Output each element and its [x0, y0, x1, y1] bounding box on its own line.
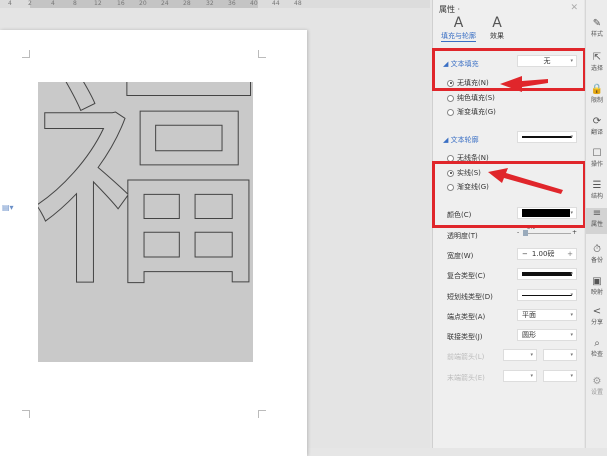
tab-label: 填充与轮廓 [441, 32, 476, 42]
ruler-tick: 40 [250, 0, 258, 7]
close-icon[interactable]: ✕ [570, 3, 578, 13]
cursor-icon: ⇱ [592, 52, 602, 63]
dash-type-select[interactable]: ▾ [517, 289, 577, 301]
compound-type-select[interactable]: ▾ [517, 268, 577, 280]
ruler-tick: 32 [206, 0, 214, 7]
cap-type-select[interactable]: 平面 ▾ [517, 309, 577, 321]
rail-translate[interactable]: ⟳ 翻译 [586, 116, 607, 136]
transparency-label: 透明度(T) [447, 232, 478, 240]
outlined-text[interactable]: 福 [38, 82, 253, 301]
transparency-slider[interactable]: - 0% + [517, 225, 577, 238]
join-type-select[interactable]: 圆形 ▾ [517, 329, 577, 341]
structure-icon: ☰ [592, 180, 602, 191]
ruler-tick: 2 [28, 0, 32, 7]
map-icon: ▣ [592, 276, 602, 287]
end-arrow-label: 末端箭头(E) [447, 374, 485, 382]
rail-operate[interactable]: ☐ 操作 [586, 148, 607, 168]
highlight-box-fill [432, 48, 586, 91]
tab-effects[interactable]: A 效果 [490, 16, 504, 41]
ruler-tick: 44 [272, 0, 280, 7]
rail-settings[interactable]: ⚙ 设置 [586, 376, 607, 396]
document-page[interactable]: 福 [0, 30, 307, 456]
end-arrow-size-select[interactable]: ▾ [543, 370, 577, 382]
tab-label: 效果 [490, 32, 504, 40]
rail-styles[interactable]: ✎ 样式 [586, 18, 607, 38]
rail-backup[interactable]: ⏱ 备份 [586, 244, 607, 264]
text-box-shape[interactable]: 福 [38, 82, 253, 362]
search-icon: ⌕ [594, 338, 600, 349]
rail-restrict[interactable]: 🔒 限制 [586, 84, 607, 104]
end-arrow-type-select[interactable]: ▾ [503, 370, 537, 382]
text-outline-header[interactable]: ◢ 文本轮廓 [443, 135, 479, 145]
layout-options-icon[interactable]: ▤▾ [2, 203, 14, 212]
right-tool-rail: ✎ 样式 ⇱ 选择 🔒 限制 ⟳ 翻译 ☐ 操作 ☰ 结构 ≡ 属性 ⏱ 备份 ▣ 映射 < 分享 … [585, 0, 607, 448]
ruler-tick: 8 [73, 0, 77, 7]
ruler-tick: 16 [117, 0, 125, 7]
begin-arrow-size-select[interactable]: ▾ [543, 349, 577, 361]
solid-fill-radio[interactable]: 纯色填充(S) [447, 93, 495, 103]
text-fill-tab-icon: A [453, 15, 464, 31]
gear-icon: ⚙ [592, 376, 602, 387]
begin-arrow-label: 前端箭头(L) [447, 353, 485, 361]
rail-check[interactable]: ⌕ 检查 [586, 338, 607, 358]
ruler-tick: 4 [8, 0, 12, 7]
outline-style-select[interactable]: ▾ [517, 131, 577, 143]
lock-icon: 🔒 [590, 84, 604, 95]
rail-structure[interactable]: ☰ 结构 [586, 180, 607, 200]
operate-icon: ☐ [592, 148, 602, 159]
highlight-box-outline [432, 161, 586, 228]
ruler-tick: 12 [94, 0, 102, 7]
ruler-tick: 48 [294, 0, 302, 7]
slider-handle [523, 230, 528, 236]
text-effect-tab-icon: A [492, 15, 502, 31]
width-stepper[interactable]: −1.00磅 + [517, 248, 577, 260]
rail-properties[interactable]: ≡ 属性 [586, 208, 607, 234]
gradient-fill-radio[interactable]: 渐变填充(G) [447, 107, 496, 117]
join-type-label: 联接类型(J) [447, 333, 483, 341]
translate-icon: ⟳ [592, 116, 602, 127]
ruler-tick: 4 [51, 0, 55, 7]
rail-map[interactable]: ▣ 映射 [586, 276, 607, 296]
cap-type-label: 端点类型(A) [447, 313, 486, 321]
pen-icon: ✎ [592, 18, 602, 29]
document-canvas: 福 ▤▾ [0, 8, 430, 456]
rail-select[interactable]: ⇱ 选择 [586, 52, 607, 72]
compound-type-label: 复合类型(C) [447, 272, 486, 280]
rail-share[interactable]: < 分享 [586, 306, 607, 326]
dash-type-label: 短划线类型(D) [447, 293, 493, 301]
properties-icon: ≡ [592, 208, 602, 219]
panel-title[interactable]: 属性 · [439, 4, 460, 15]
clock-icon: ⏱ [593, 244, 601, 255]
ruler-tick: 28 [183, 0, 191, 7]
begin-arrow-type-select[interactable]: ▾ [503, 349, 537, 361]
ruler-tick: 20 [139, 0, 147, 7]
share-icon: < [592, 306, 602, 317]
ruler-tick: 36 [228, 0, 236, 7]
ruler-tick: 24 [161, 0, 169, 7]
tab-fill-outline[interactable]: A 填充与轮廓 [441, 16, 476, 42]
horizontal-ruler[interactable]: 4 2 4 8 12 16 20 24 28 32 36 40 44 48 [0, 0, 430, 8]
width-label: 宽度(W) [447, 252, 474, 260]
